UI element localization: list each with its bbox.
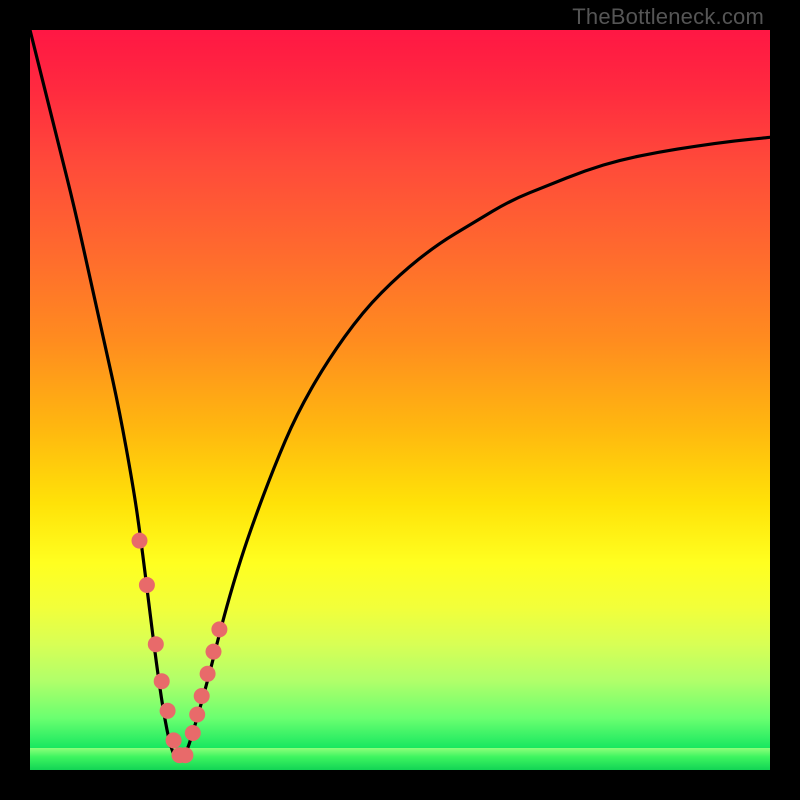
bead xyxy=(154,673,170,689)
bead xyxy=(160,703,176,719)
bead xyxy=(189,707,205,723)
bead xyxy=(185,725,201,741)
bead xyxy=(211,621,227,637)
bottleneck-curve xyxy=(30,30,770,760)
bead xyxy=(200,666,216,682)
chart-frame: TheBottleneck.com xyxy=(0,0,800,800)
bead xyxy=(206,644,222,660)
curve-svg xyxy=(30,30,770,770)
bead xyxy=(132,533,148,549)
bead xyxy=(166,732,182,748)
plot-area xyxy=(30,30,770,770)
watermark-text: TheBottleneck.com xyxy=(572,4,764,30)
bead xyxy=(177,747,193,763)
bead xyxy=(139,577,155,593)
bead xyxy=(194,688,210,704)
bead xyxy=(148,636,164,652)
